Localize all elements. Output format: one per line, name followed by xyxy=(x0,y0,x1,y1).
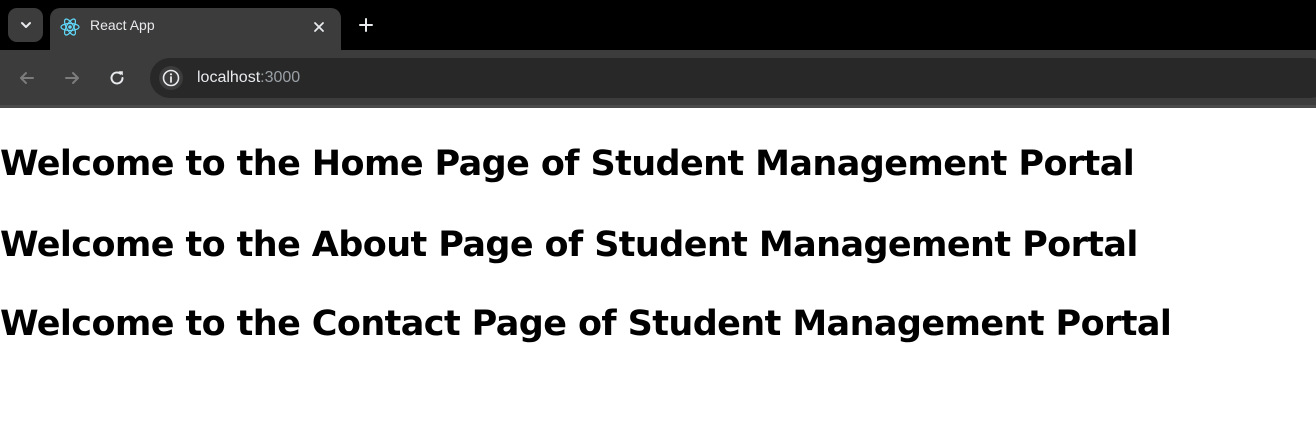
reload-icon xyxy=(110,71,124,85)
home-heading: Welcome to the Home Page of Student Mana… xyxy=(0,144,1135,184)
contact-heading: Welcome to the Contact Page of Student M… xyxy=(0,304,1172,344)
arrow-right-icon xyxy=(65,72,79,84)
tab-search-button[interactable] xyxy=(8,8,43,42)
about-heading: Welcome to the About Page of Student Man… xyxy=(0,225,1138,265)
url-host: localhost xyxy=(197,69,261,86)
tab-title: React App xyxy=(90,17,155,33)
chevron-down-icon xyxy=(20,22,31,28)
url-text: localhost:3000 xyxy=(197,69,300,87)
tab-strip: React App xyxy=(0,0,1316,50)
page-content: Welcome to the Home Page of Student Mana… xyxy=(0,108,1316,446)
close-icon xyxy=(314,22,324,32)
react-logo-icon xyxy=(60,18,80,36)
back-button[interactable] xyxy=(13,64,41,92)
forward-button[interactable] xyxy=(58,64,86,92)
plus-icon xyxy=(359,18,373,32)
reload-button[interactable] xyxy=(103,64,131,92)
info-icon xyxy=(162,69,180,87)
arrow-left-icon xyxy=(20,72,34,84)
browser-toolbar: localhost:3000 xyxy=(0,50,1316,108)
url-port: :3000 xyxy=(260,69,301,86)
address-bar[interactable]: localhost:3000 xyxy=(150,58,1316,98)
new-tab-button[interactable] xyxy=(352,11,380,39)
site-info-button[interactable] xyxy=(159,66,183,90)
tab-react-app[interactable]: React App xyxy=(50,8,341,50)
tab-close-button[interactable] xyxy=(308,16,330,38)
